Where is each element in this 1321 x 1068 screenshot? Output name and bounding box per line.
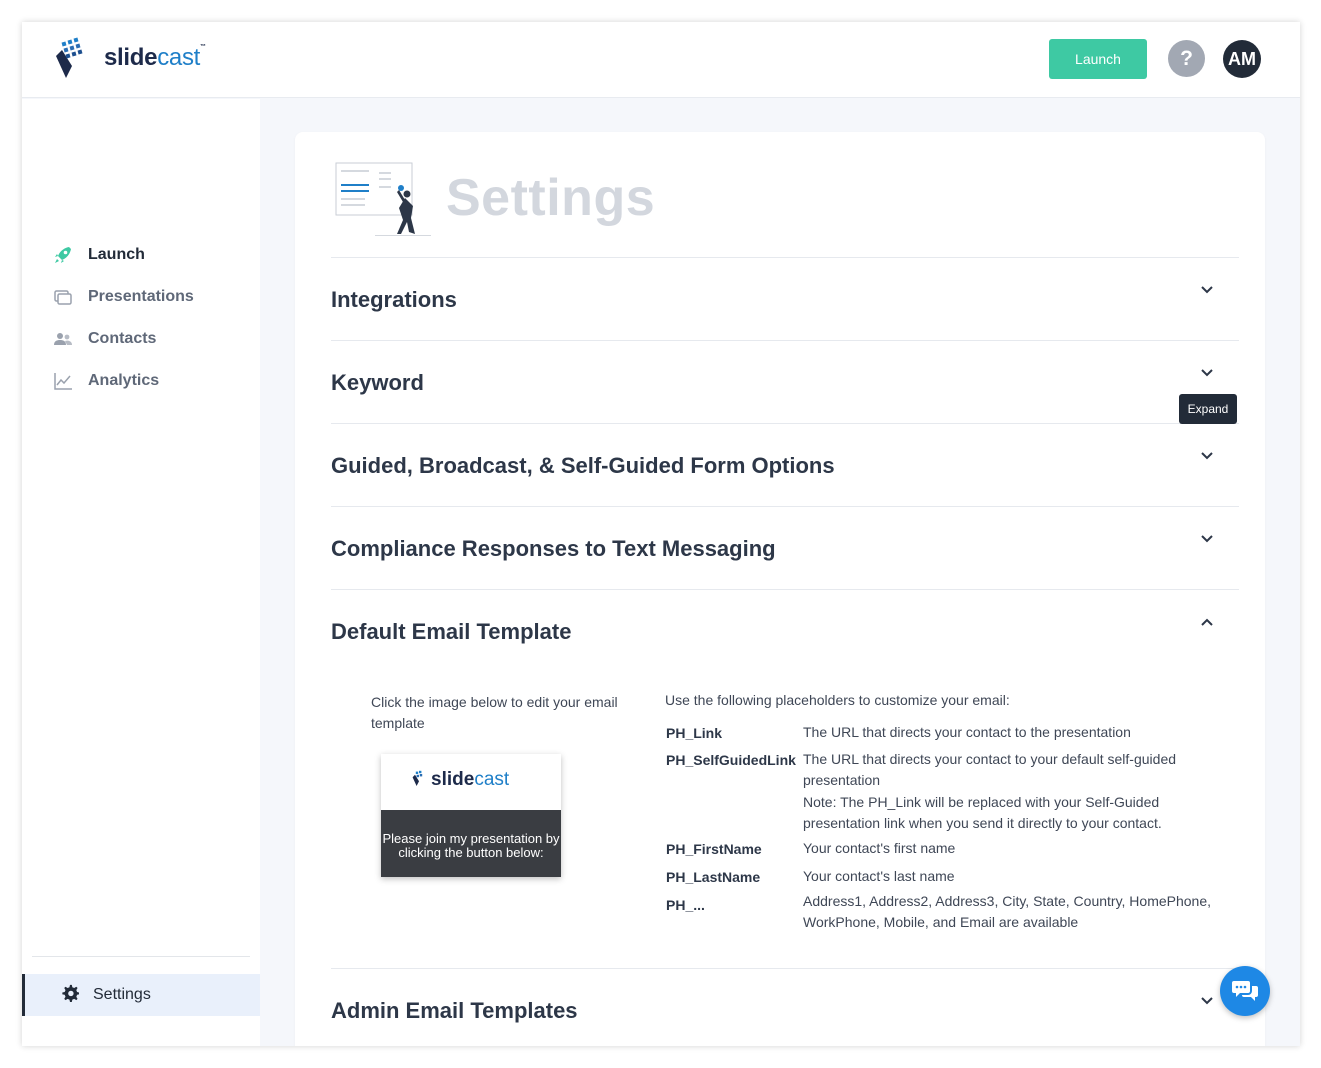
thumbnail-message: Please join my presentation by clicking … bbox=[381, 810, 561, 877]
section-title: Admin Email Templates bbox=[331, 998, 578, 1023]
chevron-down-icon[interactable] bbox=[1197, 280, 1217, 300]
top-bar: slidecast™ Launch ? AM bbox=[22, 22, 1300, 98]
settings-card: Settings Integrations Keyword Guided, Br… bbox=[295, 132, 1265, 1046]
sidebar-item-label: Contacts bbox=[88, 330, 157, 347]
chat-icon bbox=[1232, 981, 1258, 1001]
sidebar-item-label: Analytics bbox=[88, 372, 160, 389]
sidebar-item-contacts[interactable]: Contacts bbox=[52, 324, 242, 354]
section-title: Integrations bbox=[331, 287, 457, 312]
placeholder-key: PH_LastName bbox=[666, 869, 761, 885]
sidebar: Launch Presentations Contacts Analytics bbox=[22, 99, 260, 1046]
email-template-instruction: Click the image below to edit your email… bbox=[371, 694, 618, 731]
chevron-down-icon[interactable] bbox=[1197, 991, 1217, 1011]
placeholder-note: Note: The PH_Link will be replaced with … bbox=[803, 794, 1162, 831]
chat-button[interactable] bbox=[1220, 966, 1270, 1016]
sidebar-item-presentations[interactable]: Presentations bbox=[52, 282, 242, 312]
placeholder-desc: Address1, Address2, Address3, City, Stat… bbox=[803, 893, 1212, 930]
placeholder-key: PH_... bbox=[666, 897, 705, 913]
chevron-down-icon[interactable] bbox=[1197, 446, 1217, 466]
thumbnail-logo: slidecast bbox=[411, 768, 509, 791]
expand-tooltip: Expand bbox=[1179, 394, 1237, 424]
placeholder-key: PH_FirstName bbox=[666, 841, 762, 857]
help-button[interactable]: ? bbox=[1168, 40, 1205, 77]
placeholder-desc: Your contact's first name bbox=[803, 840, 956, 856]
section-keyword[interactable]: Keyword bbox=[331, 340, 1239, 424]
sidebar-item-label: Settings bbox=[93, 986, 151, 1003]
chevron-down-icon[interactable] bbox=[1197, 363, 1217, 383]
section-form-options[interactable]: Guided, Broadcast, & Self-Guided Form Op… bbox=[331, 423, 1239, 507]
page-title: Settings bbox=[446, 169, 656, 227]
contacts-icon bbox=[52, 328, 74, 350]
section-title: Guided, Broadcast, & Self-Guided Form Op… bbox=[331, 453, 835, 478]
sidebar-divider bbox=[32, 956, 250, 957]
app-window: slidecast™ Launch ? AM Launch Presentati… bbox=[22, 22, 1300, 1046]
sidebar-item-settings[interactable]: Settings bbox=[22, 974, 260, 1016]
placeholder-desc: The URL that directs your contact to the… bbox=[803, 724, 1131, 740]
placeholder-key: PH_Link bbox=[666, 725, 723, 741]
placeholder-desc: The URL that directs your contact to you… bbox=[803, 751, 1177, 788]
slidecast-logo[interactable]: slidecast™ bbox=[52, 36, 222, 80]
placeholder-key: PH_SelfGuidedLink bbox=[666, 752, 796, 768]
chevron-down-icon[interactable] bbox=[1197, 529, 1217, 549]
sidebar-item-label: Launch bbox=[88, 246, 145, 263]
sidebar-item-launch[interactable]: Launch bbox=[52, 240, 242, 270]
settings-illustration bbox=[335, 162, 435, 242]
section-title: Default Email Template bbox=[331, 619, 572, 644]
rocket-icon bbox=[52, 244, 74, 266]
sidebar-item-label: Presentations bbox=[88, 288, 194, 305]
section-compliance-responses[interactable]: Compliance Responses to Text Messaging bbox=[331, 506, 1239, 590]
user-avatar[interactable]: AM bbox=[1223, 40, 1261, 78]
logo-mark-icon bbox=[412, 770, 423, 786]
section-title: Keyword bbox=[331, 370, 424, 395]
sidebar-item-analytics[interactable]: Analytics bbox=[52, 366, 242, 396]
logo-mark-icon bbox=[56, 37, 83, 78]
section-admin-email-templates[interactable]: Admin Email Templates bbox=[331, 968, 1239, 1046]
section-integrations[interactable]: Integrations bbox=[331, 257, 1239, 341]
email-template-thumbnail[interactable]: slidecast Please join my presentation by… bbox=[381, 754, 561, 877]
launch-button[interactable]: Launch bbox=[1049, 39, 1147, 79]
placeholder-intro: Use the following placeholders to custom… bbox=[665, 692, 1010, 708]
section-title: Compliance Responses to Text Messaging bbox=[331, 536, 776, 561]
placeholder-desc: Your contact's last name bbox=[803, 868, 955, 884]
gear-icon bbox=[61, 984, 79, 1007]
analytics-icon bbox=[52, 370, 74, 392]
logo-text: slidecast™ bbox=[104, 44, 206, 71]
presentations-icon bbox=[52, 286, 74, 308]
chevron-up-icon[interactable] bbox=[1197, 612, 1217, 632]
